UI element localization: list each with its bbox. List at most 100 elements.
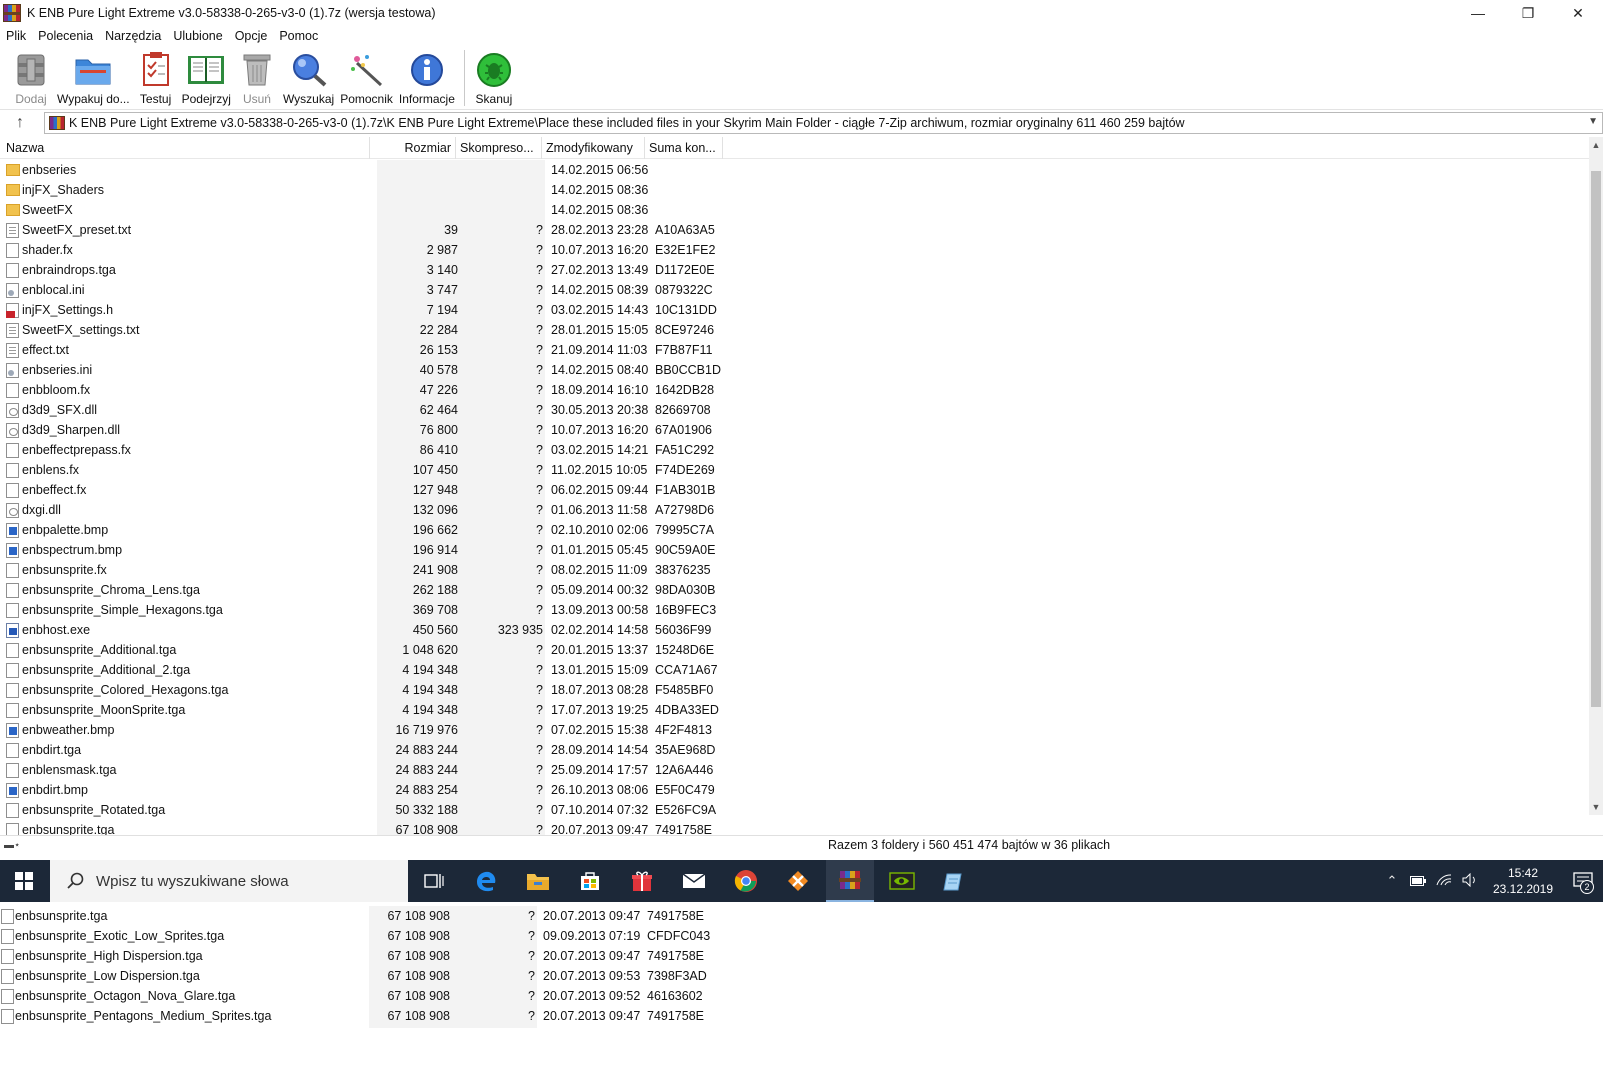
- extract-button[interactable]: Wypakuj do...: [54, 46, 133, 106]
- winrar-icon[interactable]: [826, 860, 874, 902]
- scroll-down-icon[interactable]: ▼: [1589, 799, 1603, 815]
- table-row[interactable]: enbsunsprite_Octagon_Nova_Glare.tga 67 10…: [0, 986, 760, 1006]
- delete-button[interactable]: Usuń: [234, 46, 280, 106]
- restore-button[interactable]: ❐: [1503, 0, 1553, 26]
- table-row[interactable]: SweetFX_preset.txt 39? 28.02.2013 23:28 A10…: [0, 220, 1589, 240]
- wizard-button[interactable]: Pomocnik: [337, 46, 396, 106]
- info-button[interactable]: Informacje: [396, 46, 458, 106]
- scroll-thumb[interactable]: [1591, 171, 1601, 707]
- gift-icon[interactable]: [618, 860, 666, 902]
- table-row[interactable]: enbsunsprite.fx 241 908? 08.02.2015 11:09 3…: [0, 560, 1589, 580]
- table-row[interactable]: enbsunsprite_Rotated.tga 50 332 188? 07.10…: [0, 800, 1589, 820]
- table-row[interactable]: enblens.fx 107 450? 11.02.2015 10:05 F74DE2…: [0, 460, 1589, 480]
- table-row[interactable]: enbsunsprite_Additional.tga 1 048 620? 20.…: [0, 640, 1589, 660]
- table-row[interactable]: SweetFX_settings.txt 22 284? 28.01.2015 15…: [0, 320, 1589, 340]
- menu-opcje[interactable]: Opcje: [229, 29, 274, 43]
- table-row[interactable]: enbspectrum.bmp 196 914? 01.01.2015 05:45 9…: [0, 540, 1589, 560]
- col-packed-header[interactable]: Skompreso...: [456, 137, 542, 159]
- table-row[interactable]: effect.txt 26 153? 21.09.2014 11:03 F7B87F1…: [0, 340, 1589, 360]
- table-row[interactable]: enbsunsprite_Colored_Hexagons.tga 4 194 3…: [0, 680, 1589, 700]
- file-modified: 14.02.2015 08:36: [551, 203, 649, 217]
- col-name-header[interactable]: Nazwa: [2, 137, 370, 159]
- table-row[interactable]: enbbloom.fx 47 226? 18.09.2014 16:10 1642DB…: [0, 380, 1589, 400]
- col-modified-header[interactable]: Zmodyfikowany: [542, 137, 645, 159]
- table-row[interactable]: enbweather.bmp 16 719 976? 07.02.2015 15:3…: [0, 720, 1589, 740]
- file-explorer-icon[interactable]: [514, 860, 562, 902]
- menu-plik[interactable]: Plik: [0, 29, 32, 43]
- table-row[interactable]: enbsunsprite.tga 67 108 908? 20.07.2013 09…: [0, 820, 1589, 835]
- table-row[interactable]: shader.fx 2 987? 10.07.2013 16:20 E32E1FE2: [0, 240, 1589, 260]
- file-modified: 17.07.2013 19:25: [551, 703, 649, 717]
- table-row[interactable]: enblocal.ini 3 747? 14.02.2015 08:39 087932…: [0, 280, 1589, 300]
- clock[interactable]: 15:42 23.12.2019: [1483, 865, 1563, 897]
- table-row[interactable]: dxgi.dll 132 096? 01.06.2013 11:58 A72798D6: [0, 500, 1589, 520]
- battery-icon[interactable]: [1405, 874, 1431, 889]
- file-crc: E32E1FE2: [655, 243, 716, 257]
- orange-app-icon[interactable]: [774, 860, 822, 902]
- view-button[interactable]: Podejrzyj: [179, 46, 234, 106]
- notepad-icon[interactable]: [930, 860, 978, 902]
- test-button[interactable]: Testuj: [133, 46, 179, 106]
- chevron-up-icon[interactable]: ⌃: [1379, 873, 1405, 889]
- table-row[interactable]: d3d9_SFX.dll 62 464? 30.05.2013 20:38 82669…: [0, 400, 1589, 420]
- file-name: enbsunsprite_High Dispersion.tga: [15, 949, 203, 963]
- table-row[interactable]: SweetFX 14.02.2015 08:36: [0, 200, 1589, 220]
- col-crc-header[interactable]: Suma kon...: [645, 137, 723, 159]
- table-row[interactable]: enbsunsprite_MoonSprite.tga 4 194 348? 17.…: [0, 700, 1589, 720]
- table-row[interactable]: d3d9_Sharpen.dll 76 800? 10.07.2013 16:20 6…: [0, 420, 1589, 440]
- file-size: 3 140: [426, 263, 458, 277]
- path-field[interactable]: K ENB Pure Light Extreme v3.0-58338-0-26…: [44, 112, 1603, 134]
- table-row[interactable]: enbsunsprite_Chroma_Lens.tga 262 188? 05.0…: [0, 580, 1589, 600]
- taskbar-search[interactable]: Wpisz tu wyszukiwane słowa: [50, 860, 408, 902]
- table-row[interactable]: enbsunsprite_Additional_2.tga 4 194 348? 1…: [0, 660, 1589, 680]
- table-row[interactable]: enbsunsprite_High Dispersion.tga 67 108 9…: [0, 946, 760, 966]
- table-row[interactable]: enbeffect.fx 127 948? 06.02.2015 09:44 F1AB…: [0, 480, 1589, 500]
- chevron-down-icon[interactable]: ▼: [1588, 116, 1598, 127]
- task-view-icon[interactable]: [410, 860, 458, 902]
- action-center-button[interactable]: 2: [1563, 860, 1603, 902]
- minimize-button[interactable]: —: [1453, 0, 1503, 26]
- scan-button[interactable]: Skanuj: [471, 46, 517, 106]
- wifi-icon[interactable]: [1431, 873, 1457, 889]
- table-row[interactable]: enblensmask.tga 24 883 244? 25.09.2014 17:…: [0, 760, 1589, 780]
- table-row[interactable]: enbsunsprite_Low Dispersion.tga 67 108 90…: [0, 966, 760, 986]
- table-row[interactable]: injFX_Shaders 14.02.2015 08:36: [0, 180, 1589, 200]
- menu-ulubione[interactable]: Ulubione: [167, 29, 228, 43]
- scroll-up-icon[interactable]: ▲: [1589, 137, 1603, 153]
- table-row[interactable]: enbsunsprite_Simple_Hexagons.tga 369 708?…: [0, 600, 1589, 620]
- table-row[interactable]: enbseries.ini 40 578? 14.02.2015 08:40 BB0C…: [0, 360, 1589, 380]
- mail-icon[interactable]: [670, 860, 718, 902]
- find-label: Wyszukaj: [282, 92, 335, 106]
- menu-narzedzia[interactable]: Narzędzia: [99, 29, 167, 43]
- file-name: shader.fx: [22, 243, 73, 257]
- winrar-app-icon[interactable]: [3, 4, 21, 22]
- start-button[interactable]: [0, 860, 48, 902]
- col-size-header[interactable]: Rozmiar: [370, 137, 456, 159]
- chrome-icon[interactable]: [722, 860, 770, 902]
- table-row[interactable]: enbeffectprepass.fx 86 410? 03.02.2015 14:…: [0, 440, 1589, 460]
- find-button[interactable]: Wyszukaj: [280, 46, 337, 106]
- volume-icon[interactable]: [1457, 872, 1483, 890]
- table-row[interactable]: enbpalette.bmp 196 662? 02.10.2010 02:06 79…: [0, 520, 1589, 540]
- table-row[interactable]: enbdirt.tga 24 883 244? 28.09.2014 14:54 35…: [0, 740, 1589, 760]
- table-row[interactable]: enbsunsprite_Exotic_Low_Sprites.tga 67 10…: [0, 926, 760, 946]
- close-button[interactable]: ✕: [1553, 0, 1603, 26]
- vertical-scrollbar[interactable]: ▲ ▼: [1589, 137, 1603, 815]
- table-row[interactable]: enbhost.exe 450 560 323 935 02.02.2014 14:5…: [0, 620, 1589, 640]
- file-rows: enbseries 14.02.2015 06:56 injFX_Shaders 14…: [0, 160, 1589, 835]
- up-folder-button[interactable]: ↑: [0, 111, 40, 135]
- add-button[interactable]: Dodaj: [8, 46, 54, 106]
- store-icon[interactable]: [566, 860, 614, 902]
- table-row[interactable]: enbsunsprite_Pentagons_Medium_Sprites.tg…: [0, 1006, 760, 1026]
- menu-pomoc[interactable]: Pomoc: [273, 29, 324, 43]
- table-row[interactable]: injFX_Settings.h 7 194? 03.02.2015 14:43 10…: [0, 300, 1589, 320]
- edge-icon[interactable]: [462, 860, 510, 902]
- table-row[interactable]: enbseries 14.02.2015 06:56: [0, 160, 1589, 180]
- table-row[interactable]: enbsunsprite.tga 67 108 908? 20.07.2013 09…: [0, 906, 760, 926]
- file-name: injFX_Shaders: [22, 183, 104, 197]
- table-row[interactable]: enbdirt.bmp 24 883 254? 26.10.2013 08:06 E5…: [0, 780, 1589, 800]
- menu-polecenia[interactable]: Polecenia: [32, 29, 99, 43]
- file-name: d3d9_SFX.dll: [22, 403, 98, 417]
- nvidia-icon[interactable]: [878, 860, 926, 902]
- table-row[interactable]: enbraindrops.tga 3 140? 27.02.2013 13:49 D1…: [0, 260, 1589, 280]
